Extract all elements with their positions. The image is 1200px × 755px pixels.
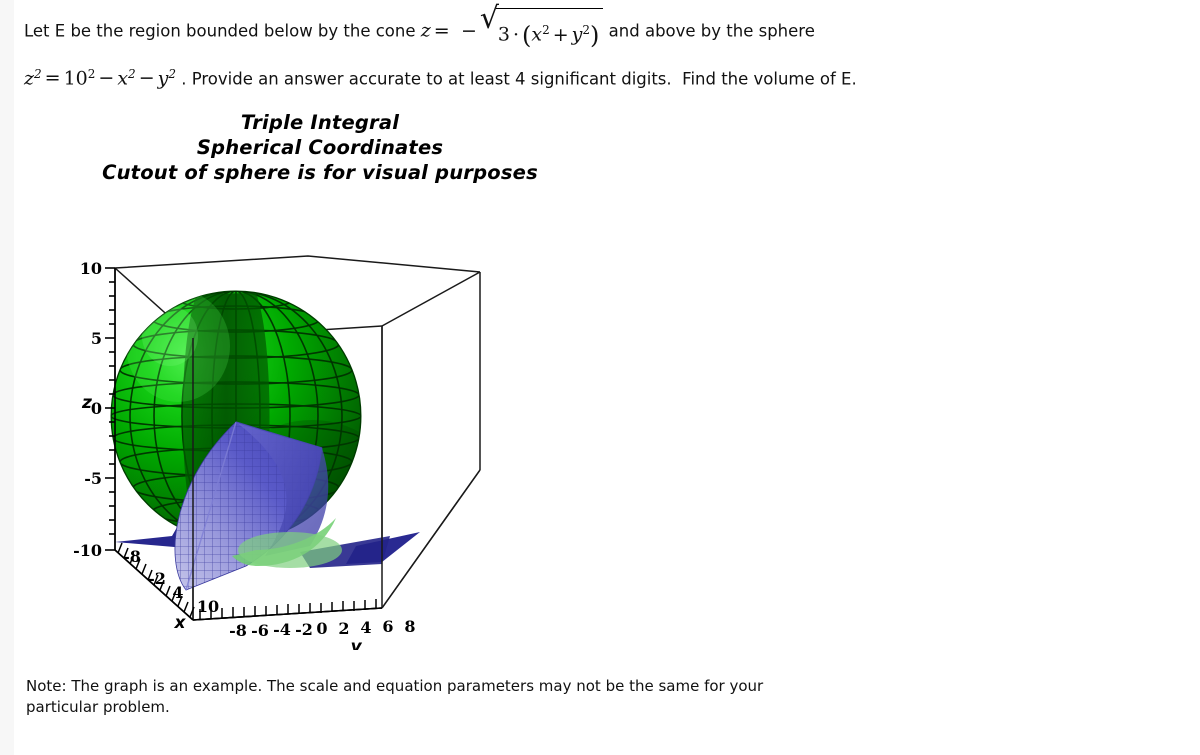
y-tick-label: -8 xyxy=(229,621,247,640)
x-tick-label: 4 xyxy=(172,583,183,602)
plot-3d-canvas: 10 5 0 -5 -10 z -8 -2 4 10 x -8 -6 -4 -2… xyxy=(73,255,481,650)
math-exponent: 2 xyxy=(128,66,136,81)
z-tick-label: -5 xyxy=(84,469,102,488)
chart-title-block: Triple Integral Spherical Coordinates Cu… xyxy=(0,110,640,185)
z-tick-label: -10 xyxy=(73,541,102,560)
math-var-y: y xyxy=(157,67,169,89)
math-exponent: 2 xyxy=(34,66,42,81)
y-tick-label: 2 xyxy=(338,619,349,638)
problem-line-2-question: Find the volume of E. xyxy=(682,69,857,88)
problem-line-2: z2 = 102− x2− y2 . Provide an answer accurat… xyxy=(24,55,1184,99)
math-equals: = xyxy=(44,67,61,89)
math-var-x: x xyxy=(531,23,543,46)
math-var-y: y xyxy=(571,23,583,46)
math-exponent: 2 xyxy=(168,66,176,81)
math-exponent: 2 xyxy=(582,23,591,37)
plot-3d: 10 5 0 -5 -10 z -8 -2 4 10 x -8 -6 -4 -2… xyxy=(60,250,520,650)
z-tick-label: 0 xyxy=(91,399,102,418)
math-open-paren: ( xyxy=(522,21,532,50)
math-number-10: 10 xyxy=(63,67,88,89)
z-axis-label: z xyxy=(81,393,92,413)
radicand: 3 · (x2 + y2) xyxy=(495,8,604,55)
footer-note-line-1: Note: The graph is an example. The scale… xyxy=(26,677,764,695)
math-var-x: x xyxy=(117,67,129,89)
math-plus: + xyxy=(552,23,569,46)
chart-title-line-1: Triple Integral xyxy=(240,111,400,134)
problem-statement: Let E be the region bounded below by the… xyxy=(24,1,1184,99)
math-minus: − xyxy=(138,67,155,89)
chart-title-line-3: Cutout of sphere is for visual purposes xyxy=(102,161,538,184)
math-square-root: √ 3 · (x2 + y2) xyxy=(479,1,604,55)
chart-title-line-2: Spherical Coordinates xyxy=(196,136,444,159)
math-exponent: 2 xyxy=(542,23,550,37)
x-axis-label: x xyxy=(174,613,187,633)
z-tick-label: 10 xyxy=(80,259,102,278)
y-tick-label: -2 xyxy=(295,620,313,639)
math-close-paren: ) xyxy=(590,21,600,50)
y-tick-label: 8 xyxy=(404,617,415,636)
y-tick-label: 4 xyxy=(360,618,371,637)
radical-sign: √ xyxy=(479,1,499,36)
footer-note-line-2: particular problem. xyxy=(26,698,170,716)
problem-line-1-tail: and above by the sphere xyxy=(608,21,815,41)
z-tick-label: 5 xyxy=(91,329,102,348)
problem-line-1: Let E be the region bounded below by the… xyxy=(24,1,1184,55)
y-tick-label: -4 xyxy=(273,620,291,639)
y-tick-label: 0 xyxy=(316,619,327,638)
x-tick-label: -8 xyxy=(123,547,141,566)
math-coefficient-3: 3 xyxy=(497,23,510,46)
y-tick-label: -6 xyxy=(251,621,269,640)
y-tick-label: 6 xyxy=(382,617,393,636)
problem-line-2-instruction: . Provide an answer accurate to at least… xyxy=(181,69,672,88)
math-var-z: z xyxy=(24,67,35,89)
math-var-z: z xyxy=(420,19,431,42)
z-axis: 10 5 0 -5 -10 z xyxy=(73,259,116,560)
math-cdot: · xyxy=(512,23,520,46)
problem-line-1-text: Let E be the region bounded below by the… xyxy=(24,21,416,41)
math-minus: − xyxy=(98,67,115,89)
math-equals: = xyxy=(433,19,450,42)
y-axis-label: y xyxy=(350,637,362,650)
x-tick-label: -2 xyxy=(148,569,166,588)
footer-note: Note: The graph is an example. The scale… xyxy=(26,676,1026,718)
math-minus: − xyxy=(460,19,477,42)
